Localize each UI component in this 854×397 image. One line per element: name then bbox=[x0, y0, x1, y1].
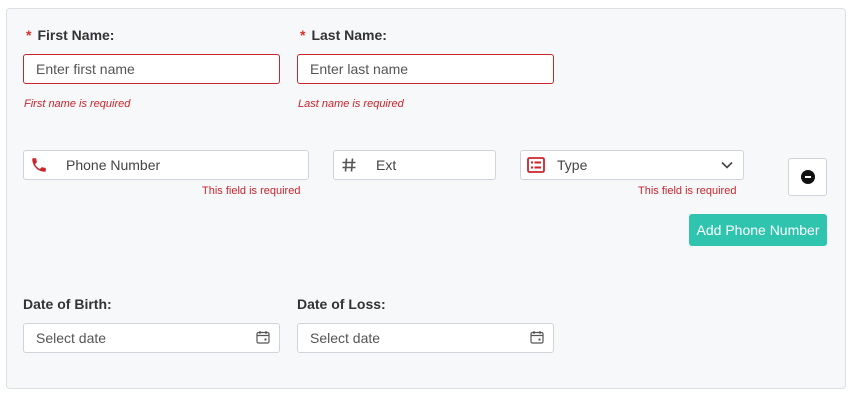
chevron-down-icon bbox=[721, 161, 733, 169]
required-marker: * bbox=[26, 27, 32, 43]
first-name-input[interactable] bbox=[23, 54, 280, 84]
list-icon bbox=[527, 156, 545, 174]
calendar-icon[interactable] bbox=[530, 330, 544, 344]
phone-type-select[interactable]: Type bbox=[520, 150, 744, 180]
remove-phone-button[interactable] bbox=[788, 158, 827, 196]
date-of-loss-picker[interactable] bbox=[297, 323, 554, 353]
last-name-label: * Last Name: bbox=[300, 27, 387, 43]
calendar-icon[interactable] bbox=[256, 330, 270, 344]
phone-number-placeholder: Phone Number bbox=[66, 157, 161, 173]
required-marker: * bbox=[300, 27, 306, 43]
date-of-loss-label: Date of Loss: bbox=[297, 296, 386, 312]
phone-number-error: This field is required bbox=[202, 185, 301, 197]
date-of-loss-input[interactable] bbox=[297, 323, 554, 353]
first-name-label: * First Name: bbox=[26, 27, 115, 43]
first-name-error: First name is required bbox=[24, 98, 131, 110]
hash-icon bbox=[340, 156, 358, 174]
last-name-input[interactable] bbox=[297, 54, 554, 84]
phone-icon bbox=[30, 156, 48, 174]
date-of-birth-label: Date of Birth: bbox=[23, 296, 112, 312]
phone-type-placeholder: Type bbox=[557, 157, 588, 173]
date-of-birth-input[interactable] bbox=[23, 323, 280, 353]
ext-field[interactable]: Ext bbox=[333, 150, 496, 180]
add-phone-number-button[interactable]: Add Phone Number bbox=[689, 214, 827, 246]
minus-circle-icon bbox=[800, 170, 815, 184]
phone-type-error: This field is required bbox=[638, 185, 737, 197]
ext-placeholder: Ext bbox=[376, 157, 397, 173]
date-of-birth-picker[interactable] bbox=[23, 323, 280, 353]
last-name-error: Last name is required bbox=[298, 98, 404, 110]
phone-number-field[interactable]: Phone Number bbox=[23, 150, 309, 180]
